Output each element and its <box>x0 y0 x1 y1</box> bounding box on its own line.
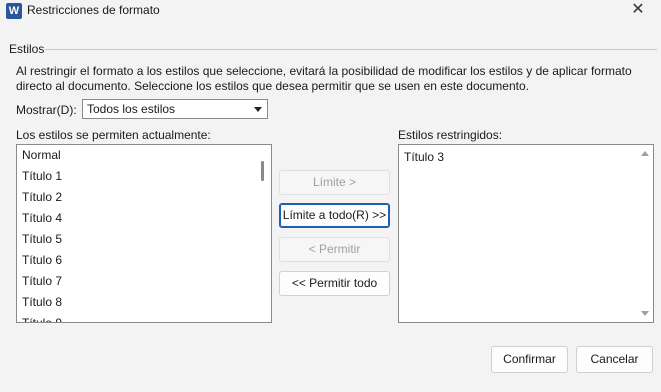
allow-all-button[interactable]: << Permitir todo <box>279 271 390 296</box>
word-app-icon: W <box>6 3 22 19</box>
restricted-styles-list[interactable]: Título 3 <box>398 144 654 323</box>
styles-group-label: Estilos <box>9 42 45 56</box>
allow-button[interactable]: < Permitir <box>279 237 390 262</box>
list-item[interactable]: Normal <box>17 145 271 166</box>
confirm-button[interactable]: Confirmar <box>491 346 568 373</box>
allowed-styles-label: Los estilos se permiten actualmente: <box>16 128 211 142</box>
list-item[interactable]: Título 2 <box>17 187 271 208</box>
styles-description: Al restringir el formato a los estilos q… <box>16 64 632 93</box>
list-item[interactable]: Título 9 <box>17 313 271 322</box>
allowed-items: Normal Título 1 Título 2 Título 4 Título… <box>17 145 271 322</box>
list-item[interactable]: Título 8 <box>17 292 271 313</box>
cancel-button[interactable]: Cancelar <box>576 346 653 373</box>
scrollbar-thumb[interactable] <box>261 161 264 181</box>
restricted-list-scrollbar[interactable] <box>637 145 653 322</box>
title-bar: W Restricciones de formato ✕ <box>0 0 661 22</box>
limit-all-button[interactable]: Límite a todo(R) >> <box>279 203 390 228</box>
list-item[interactable]: Título 3 <box>399 147 653 168</box>
show-label: Mostrar(D): <box>16 103 77 117</box>
list-item[interactable]: Título 1 <box>17 166 271 187</box>
scroll-up-icon[interactable] <box>641 151 649 156</box>
scroll-down-icon[interactable] <box>641 311 649 316</box>
allowed-list-scrollbar[interactable] <box>255 145 271 322</box>
restricted-items: Título 3 <box>399 145 653 168</box>
limit-button[interactable]: Límite > <box>279 170 390 195</box>
restricted-styles-label: Estilos restringidos: <box>398 128 503 142</box>
list-item[interactable]: Título 4 <box>17 208 271 229</box>
list-item[interactable]: Título 5 <box>17 229 271 250</box>
close-icon[interactable]: ✕ <box>615 0 661 22</box>
show-selected-value: Todos los estilos <box>87 102 176 116</box>
show-dropdown[interactable]: Todos los estilos <box>82 99 268 119</box>
list-item[interactable]: Título 7 <box>17 271 271 292</box>
list-item[interactable]: Título 6 <box>17 250 271 271</box>
window-title: Restricciones de formato <box>27 3 160 17</box>
group-divider <box>45 49 657 50</box>
allowed-styles-list[interactable]: Normal Título 1 Título 2 Título 4 Título… <box>16 144 272 323</box>
chevron-down-icon <box>254 107 262 112</box>
